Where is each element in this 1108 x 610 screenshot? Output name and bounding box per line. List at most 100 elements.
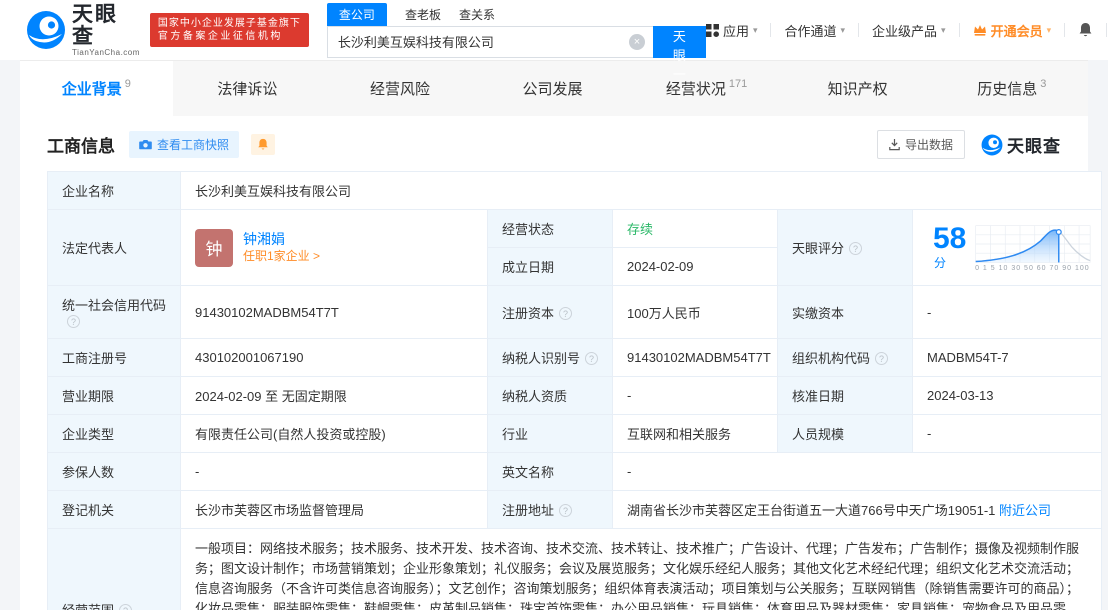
search-input[interactable] — [327, 26, 653, 58]
nav-vip-label: 开通会员 — [991, 21, 1043, 40]
business-info-header: 工商信息 查看工商快照 导出数据 — [20, 116, 1088, 169]
table-row: 经营范围? 一般项目：网络技术服务；技术服务、技术开发、技术咨询、技术交流、技术… — [48, 529, 1102, 610]
staff-size-label: 人员规模 — [778, 415, 913, 453]
search-area: 查公司 查老板 查关系 × 天眼一下 — [327, 3, 706, 58]
tab-operating-risk[interactable]: 经营风险 — [325, 61, 478, 116]
staff-size-value: - — [913, 415, 1102, 453]
nav-cooperation[interactable]: 合作通道 ▾ — [784, 21, 845, 40]
score-distribution-chart: 0 1 5 10 30 50 60 70 90 100 — [972, 223, 1092, 272]
tax-qualification-label: 纳税人资质 — [488, 377, 613, 415]
logo-title: 天眼查 — [72, 4, 140, 48]
tianyancha-logo[interactable]: 天眼查 TianYanCha.com — [26, 4, 140, 57]
established-label: 成立日期 — [488, 248, 613, 286]
search-tab-company[interactable]: 查公司 — [327, 3, 387, 26]
info-icon[interactable]: ? — [585, 352, 598, 365]
search-tabs: 查公司 查老板 查关系 — [327, 3, 706, 26]
business-term-label: 营业期限 — [48, 377, 181, 415]
legal-rep-companies-link[interactable]: 任职1家企业 > — [243, 248, 320, 265]
export-button-label: 导出数据 — [905, 136, 953, 153]
monitor-bell-button[interactable] — [251, 134, 275, 155]
insured-label: 参保人数 — [48, 453, 181, 491]
info-icon[interactable]: ? — [67, 315, 80, 328]
org-code-value: MADBM54T-7 — [913, 339, 1102, 377]
divider — [770, 23, 771, 37]
approval-date-value: 2024-03-13 — [913, 377, 1102, 415]
company-tabbar: 企业背景9 法律诉讼 经营风险 公司发展 经营状况171 知识产权 历史信息3 — [20, 60, 1088, 116]
table-row: 参保人数 - 英文名称 - — [48, 453, 1102, 491]
clear-search-icon[interactable]: × — [629, 34, 645, 50]
score-cell: 58分 — [913, 210, 1102, 286]
tab-label: 知识产权 — [828, 78, 888, 99]
legal-rep-avatar[interactable]: 钟 — [195, 229, 233, 267]
established-value: 2024-02-09 — [613, 248, 778, 286]
info-icon[interactable]: ? — [119, 604, 132, 610]
info-icon[interactable]: ? — [559, 504, 572, 517]
nav-vip-membership[interactable]: 开通会员 ▾ — [973, 21, 1052, 40]
tab-label: 法律诉讼 — [217, 78, 277, 99]
info-icon[interactable]: ? — [875, 352, 888, 365]
nav-apps-label: 应用 — [723, 21, 749, 40]
company-name-label: 企业名称 — [48, 172, 181, 210]
business-info-table: 企业名称 长沙利美互娱科技有限公司 法定代表人 钟 钟湘娟 任职1家企业 > 经… — [47, 171, 1102, 610]
divider — [858, 23, 859, 37]
crown-icon — [973, 24, 987, 36]
insured-value: - — [181, 453, 488, 491]
nav-enterprise-products[interactable]: 企业级产品 ▾ — [872, 21, 946, 40]
nav-cooperation-label: 合作通道 — [784, 21, 836, 40]
english-name-label: 英文名称 — [488, 453, 613, 491]
registry-value: 长沙市芙蓉区市场监督管理局 — [181, 491, 488, 529]
tab-count: 171 — [729, 78, 747, 90]
credit-code-label: 统一社会信用代码? — [48, 286, 181, 339]
table-row: 登记机关 长沙市芙蓉区市场监督管理局 注册地址? 湖南省长沙市芙蓉区定王台街道五… — [48, 491, 1102, 529]
tab-intellectual-property[interactable]: 知识产权 — [783, 61, 936, 116]
legal-rep-label: 法定代表人 — [48, 210, 181, 286]
tax-id-value: 91430102MADBM54T7T — [613, 339, 778, 377]
tab-company-development[interactable]: 公司发展 — [478, 61, 631, 116]
score-value: 58 — [933, 222, 966, 255]
legal-rep-name-link[interactable]: 钟湘娟 — [243, 230, 320, 248]
tab-legal-proceedings[interactable]: 法律诉讼 — [173, 61, 326, 116]
search-button[interactable]: 天眼一下 — [653, 26, 706, 58]
tab-history-info[interactable]: 历史信息3 — [935, 61, 1088, 116]
nav-apps[interactable]: 应用 ▾ — [706, 21, 758, 40]
top-header: 天眼查 TianYanCha.com 国家中小企业发展子基金旗下 官方备案企业征… — [0, 0, 1108, 60]
paid-capital-label: 实缴资本 — [778, 286, 913, 339]
tab-company-background[interactable]: 企业背景9 — [20, 61, 173, 116]
status-value: 存续 — [613, 210, 778, 248]
tianyancha-watermark: 天眼查 — [981, 132, 1061, 157]
industry-label: 行业 — [488, 415, 613, 453]
address-text: 湖南省长沙市芙蓉区定王台街道五一大道766号中天广场19051-1 — [627, 503, 995, 518]
view-business-snapshot-button[interactable]: 查看工商快照 — [129, 131, 239, 158]
business-scope-value: 一般项目：网络技术服务；技术服务、技术开发、技术咨询、技术交流、技术转让、技术推… — [181, 529, 1102, 610]
caret-down-icon: ▾ — [1047, 25, 1052, 36]
table-row: 营业期限 2024-02-09 至 无固定期限 纳税人资质 - 核准日期 202… — [48, 377, 1102, 415]
watermark-label: 天眼查 — [1007, 132, 1061, 157]
bell-icon — [257, 138, 269, 151]
caret-down-icon: ▾ — [941, 25, 946, 36]
table-row: 法定代表人 钟 钟湘娟 任职1家企业 > 经营状态 存续 天眼评分? 58分 — [48, 210, 1102, 248]
org-code-label: 组织机构代码? — [778, 339, 913, 377]
business-scope-label: 经营范围? — [48, 529, 181, 610]
export-data-button[interactable]: 导出数据 — [877, 130, 965, 159]
info-icon[interactable]: ? — [559, 307, 572, 320]
search-tab-relation[interactable]: 查关系 — [459, 3, 495, 26]
tab-count: 9 — [125, 78, 131, 90]
nav-notifications[interactable] — [1078, 22, 1093, 38]
reg-capital-label: 注册资本? — [488, 286, 613, 339]
divider — [959, 23, 960, 37]
badge-line2: 官方备案企业征信机构 — [158, 30, 301, 43]
search-tab-boss[interactable]: 查老板 — [405, 3, 441, 26]
reg-number-label: 工商注册号 — [48, 339, 181, 377]
tab-label: 经营状况 — [666, 78, 726, 99]
info-icon[interactable]: ? — [849, 242, 862, 255]
download-icon — [889, 139, 900, 151]
tab-operating-status[interactable]: 经营状况171 — [630, 61, 783, 116]
nav-enterprise-label: 企业级产品 — [872, 21, 937, 40]
gov-certification-badge: 国家中小企业发展子基金旗下 官方备案企业征信机构 — [150, 13, 309, 47]
badge-line1: 国家中小企业发展子基金旗下 — [158, 17, 301, 30]
nearby-companies-link[interactable]: 附近公司 — [999, 503, 1051, 518]
caret-down-icon: ▾ — [753, 25, 758, 36]
tax-id-label: 纳税人识别号? — [488, 339, 613, 377]
score-label: 天眼评分? — [778, 210, 913, 286]
table-row: 企业名称 长沙利美互娱科技有限公司 — [48, 172, 1102, 210]
